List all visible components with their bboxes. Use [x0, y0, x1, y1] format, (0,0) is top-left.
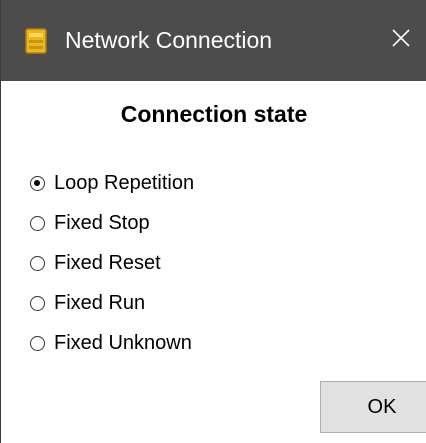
radio-label: Fixed Reset: [54, 252, 161, 274]
radio-button[interactable]: [30, 215, 45, 231]
radio-label: Fixed Unknown: [54, 332, 192, 354]
connection-state-options: Loop Repetition Fixed Stop Fixed Reset F…: [30, 163, 410, 363]
app-icon: [25, 28, 47, 54]
radio-button-checked[interactable]: [30, 175, 45, 191]
close-button[interactable]: [377, 14, 425, 66]
connection-state-heading: Connection state: [120, 101, 308, 127]
title-bar[interactable]: Network Connection: [1, 0, 426, 81]
window-title: Network Connection: [65, 27, 273, 53]
radio-option-fixed-run[interactable]: Fixed Run: [30, 283, 410, 323]
radio-button[interactable]: [30, 335, 45, 351]
radio-label: Fixed Stop: [54, 212, 150, 234]
radio-label: Fixed Run: [54, 292, 146, 314]
ok-button[interactable]: OK: [320, 381, 426, 433]
radio-label: Loop Repetition: [54, 172, 195, 194]
close-icon: [391, 28, 411, 53]
dialog-window: Network Connection Connection state Loop…: [0, 0, 426, 443]
radio-option-fixed-stop[interactable]: Fixed Stop: [30, 203, 410, 243]
radio-button[interactable]: [30, 255, 45, 271]
radio-option-fixed-unknown[interactable]: Fixed Unknown: [30, 323, 410, 363]
radio-button[interactable]: [30, 295, 45, 311]
radio-option-loop-repetition[interactable]: Loop Repetition: [30, 163, 410, 203]
radio-option-fixed-reset[interactable]: Fixed Reset: [30, 243, 410, 283]
